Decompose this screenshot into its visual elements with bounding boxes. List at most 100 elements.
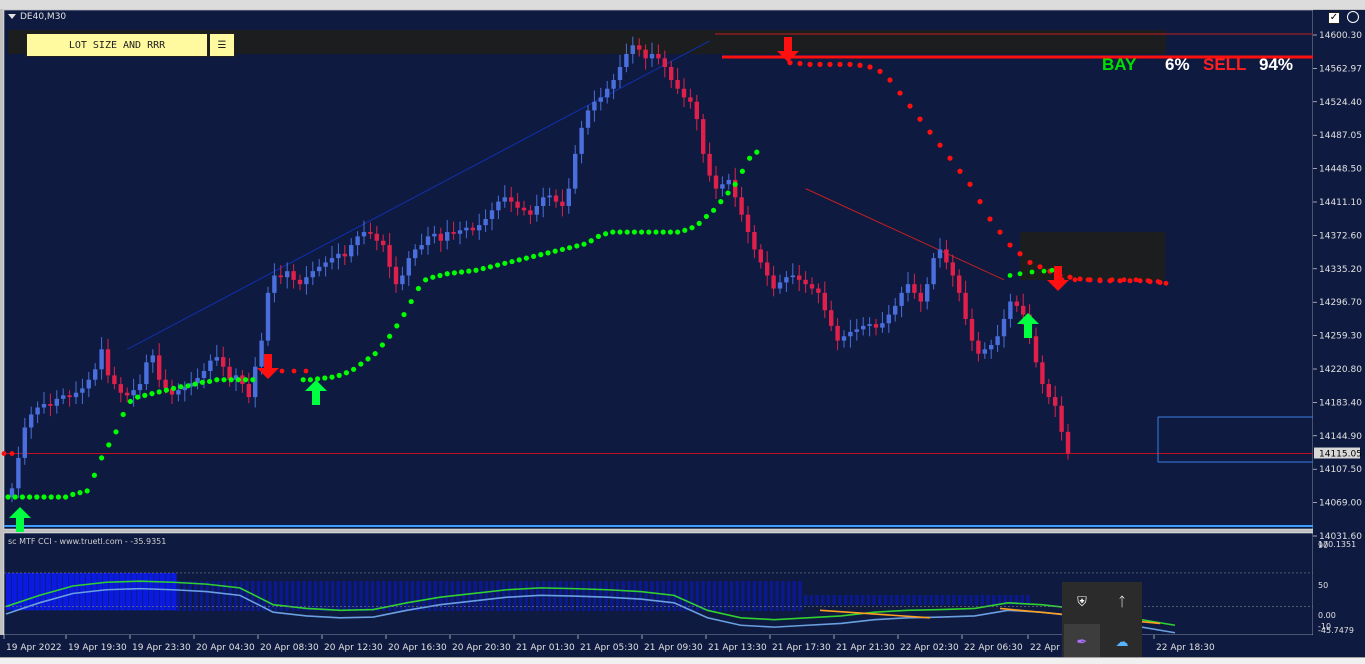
cci-histogram-bar — [849, 595, 853, 606]
time-axis-label: 21 Apr 05:30 — [580, 643, 639, 653]
candle-body — [605, 88, 610, 98]
support-dot — [725, 190, 731, 196]
cci-histogram-bar — [855, 595, 859, 606]
symbol-dropdown-icon[interactable] — [8, 14, 16, 19]
time-axis-label: 19 Apr 2022 — [6, 643, 62, 653]
support-dot — [163, 387, 169, 393]
panel-toggle-icon: ☰ — [217, 39, 227, 51]
support-dot — [545, 250, 551, 256]
candle-body — [528, 210, 533, 215]
candle-body — [297, 279, 303, 285]
candle-body — [1001, 318, 1007, 337]
candle-body — [521, 207, 527, 211]
candle-body — [944, 249, 949, 263]
cci-histogram-bar — [986, 595, 990, 606]
candle-body — [969, 318, 975, 341]
candle-body — [713, 175, 719, 189]
support-dot — [401, 311, 407, 318]
candle-body — [592, 101, 597, 111]
candle-body — [880, 323, 885, 328]
cci-histogram-bar — [940, 595, 945, 606]
candle-body — [1059, 405, 1064, 432]
clock-icon[interactable] — [1347, 11, 1359, 23]
candle-body — [61, 395, 66, 399]
cloud-icon[interactable]: ☁ — [1104, 624, 1140, 660]
pen-feather-icon[interactable]: ✒ — [1064, 624, 1100, 660]
support-dot — [235, 377, 241, 383]
support-dot — [1029, 269, 1035, 275]
security-shield-icon[interactable]: ⛨ — [1064, 584, 1100, 620]
support-dot — [379, 342, 385, 348]
support-dot — [214, 377, 220, 383]
bay-signal-label: BAY — [1102, 55, 1137, 74]
price-axis-label: 14069.00 — [1319, 499, 1362, 509]
candle-body — [720, 184, 725, 189]
resistance-dot — [957, 168, 963, 174]
candle-body — [483, 219, 488, 226]
candle-body — [35, 407, 40, 415]
cci-histogram-bar — [821, 595, 825, 606]
cci-histogram-bar — [159, 572, 166, 611]
support-dot — [358, 361, 364, 367]
resistance-dot — [1163, 280, 1169, 286]
time-axis-label: 21 Apr 09:30 — [644, 643, 703, 653]
resistance-dot — [997, 229, 1003, 235]
candle-body — [323, 262, 328, 267]
resistance-dot — [877, 68, 883, 74]
candle-body — [963, 292, 968, 319]
support-dot — [739, 168, 746, 174]
candle-body — [688, 97, 693, 102]
resistance-dot — [867, 64, 873, 70]
cci-histogram-bar — [883, 595, 888, 606]
candle-body — [464, 227, 469, 231]
support-dot — [631, 229, 638, 235]
sell-signal-percent: 94% — [1259, 55, 1294, 74]
support-dot — [34, 494, 40, 500]
price-axis-label: 14487.05 — [1319, 131, 1362, 141]
support-dot — [329, 374, 335, 380]
candle-body — [265, 292, 271, 341]
candle-body — [285, 271, 290, 278]
candle-body — [886, 314, 891, 324]
cci-histogram-bar — [900, 595, 905, 606]
candle-body — [701, 119, 706, 154]
cci-histogram-bar — [935, 595, 939, 606]
support-dot — [487, 264, 493, 270]
candle-body — [982, 349, 987, 354]
candle-body — [745, 214, 751, 233]
support-dot — [192, 381, 198, 387]
cci-histogram-bar — [861, 595, 865, 606]
sell-signal-label: SELL — [1203, 55, 1247, 74]
candle-body — [419, 245, 424, 250]
price-axis-label: 14411.10 — [1319, 198, 1362, 208]
one-click-trading-checkbox[interactable]: ✓ — [1328, 12, 1340, 24]
support-dot — [603, 231, 609, 237]
price-axis-label: 14524.40 — [1319, 98, 1362, 108]
price-axis-label: 14183.40 — [1319, 398, 1362, 408]
support-dot — [372, 351, 378, 357]
candle-body — [1008, 301, 1013, 319]
support-dot — [559, 246, 566, 253]
candle-body — [496, 201, 501, 211]
candle-body — [534, 205, 539, 215]
candle-body — [809, 284, 815, 289]
price-chart[interactable]: 14600.30 14562.97 14524.40 14487.05 14448.50… — [0, 9, 1365, 657]
support-dot — [574, 243, 580, 249]
cci-histogram-bar — [137, 572, 143, 611]
cci-histogram-bar — [992, 595, 996, 606]
candle-body — [477, 225, 482, 231]
lot-size-rrr-button[interactable]: LOT SIZE AND RRR — [26, 33, 208, 57]
candle-body — [1040, 362, 1045, 385]
price-axis-label: 14220.80 — [1319, 365, 1362, 375]
candle-body — [617, 67, 623, 81]
candle-body — [515, 201, 520, 208]
candle-body — [157, 355, 162, 380]
lot-panel-toggle-button[interactable]: ☰ — [209, 33, 235, 57]
cci-histogram-bar — [963, 595, 967, 606]
cci-axis-label: 90 — [1318, 541, 1328, 550]
candle-body — [937, 249, 943, 259]
support-dot — [99, 455, 105, 461]
indicator-label: sc MTF CCI - www.truetl.com - -35.9351 — [8, 537, 167, 546]
bluetooth-icon[interactable]: ᛏ — [1104, 584, 1140, 620]
candle-body — [848, 331, 853, 337]
